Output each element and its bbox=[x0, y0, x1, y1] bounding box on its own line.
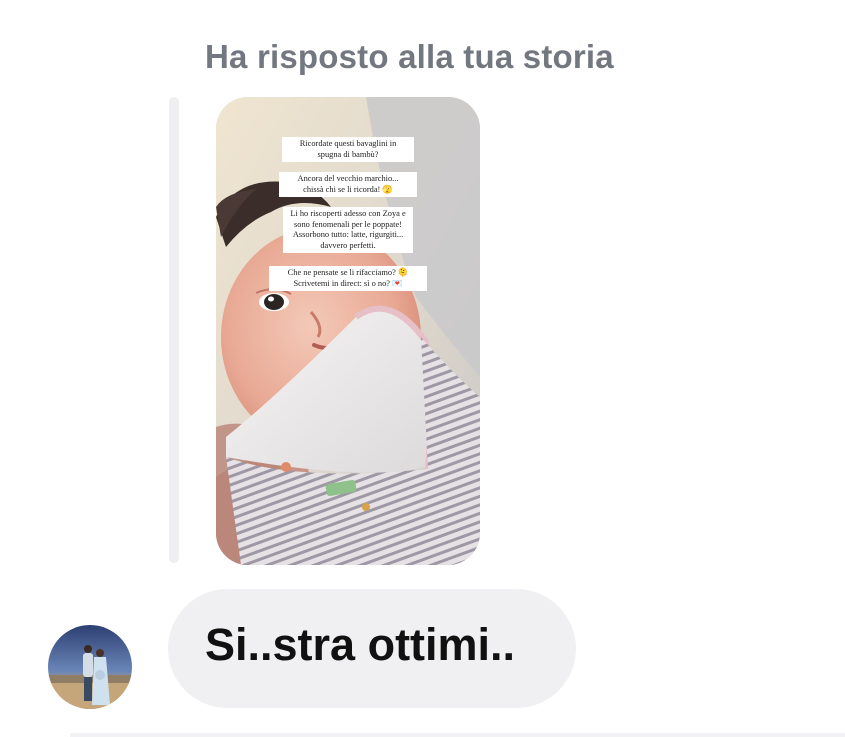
avatar[interactable] bbox=[48, 625, 132, 709]
story-reply-label: Ha risposto alla tua storia bbox=[205, 38, 614, 75]
story-photo bbox=[216, 97, 480, 565]
story-caption: Li ho riscoperti adesso con Zoya e sono … bbox=[283, 207, 413, 253]
message-text: Si..stra ottimi.. bbox=[205, 619, 516, 670]
story-preview[interactable]: Ricordate questi bavaglini in spugna di … bbox=[216, 97, 480, 565]
story-caption: Ricordate questi bavaglini in spugna di … bbox=[282, 137, 414, 162]
divider bbox=[70, 733, 845, 737]
message-bubble[interactable]: Si..stra ottimi.. bbox=[168, 589, 576, 708]
quote-bar bbox=[169, 97, 179, 563]
story-caption: Che ne pensate se li rifacciamo? 🫠 Scriv… bbox=[269, 266, 427, 291]
story-caption: Ancora del vecchio marchio... chissà chi… bbox=[279, 172, 417, 197]
